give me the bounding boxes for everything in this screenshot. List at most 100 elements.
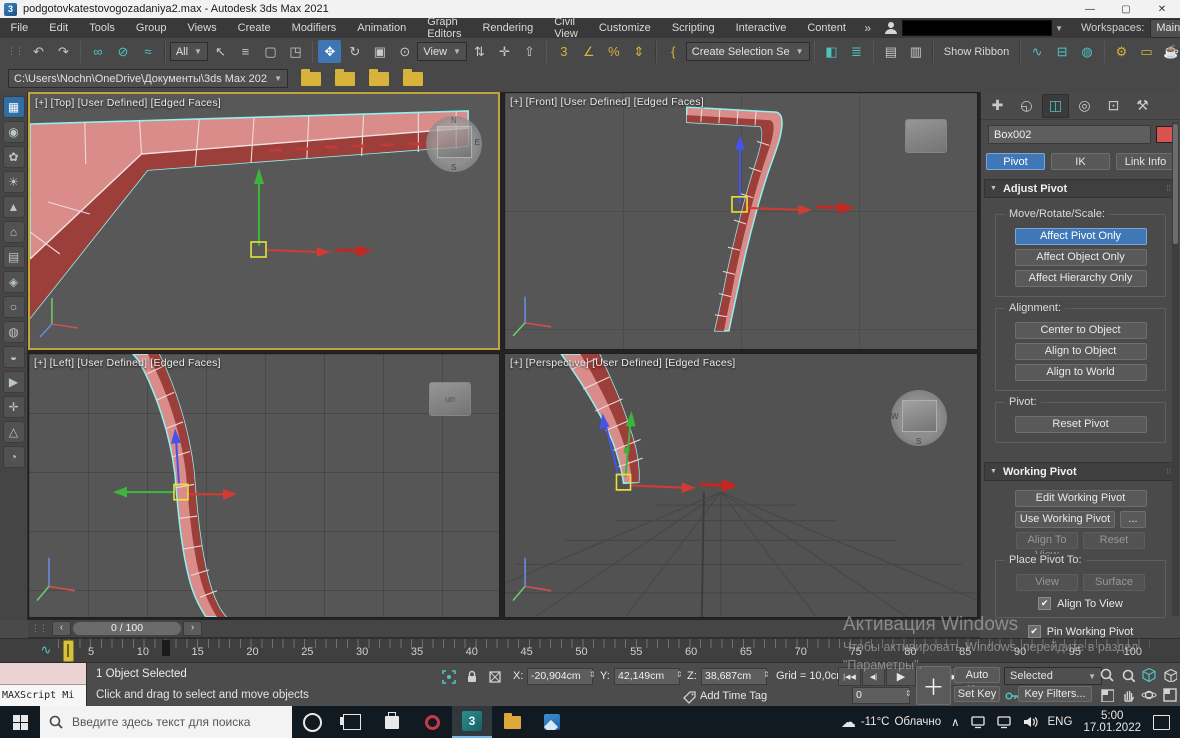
selection-region-icon[interactable]: ▢	[259, 40, 282, 63]
project-settings-icon[interactable]	[403, 72, 423, 86]
zoom-extents-all-icon[interactable]	[1159, 665, 1180, 685]
viewport-perspective[interactable]: [+] [Perspective] [User Defined] [Edged …	[504, 353, 978, 618]
named-selection-sets-icon[interactable]: {	[662, 40, 685, 63]
side-icon-14[interactable]: △	[3, 421, 25, 443]
move-gizmo[interactable]	[251, 168, 331, 257]
keyboard-override-icon[interactable]: ⇧	[518, 40, 541, 63]
key-filters-button[interactable]: Key Filters...	[1018, 686, 1092, 702]
file-explorer-icon[interactable]	[492, 706, 532, 738]
viewport-perspective-label[interactable]: [+] [Perspective] [User Defined] [Edged …	[510, 357, 735, 369]
viewcube[interactable]: un	[429, 382, 471, 416]
opera-browser-icon[interactable]	[412, 706, 452, 738]
sign-in-control[interactable]: ▼	[883, 20, 1063, 36]
next-frame-arrow[interactable]: ›	[183, 621, 202, 636]
side-icon-13[interactable]: ✛	[3, 396, 25, 418]
adjust-pivot-rollout-header[interactable]: ▼ Adjust Pivot ⁞⁞	[984, 179, 1177, 198]
side-icon-3[interactable]: ✿	[3, 146, 25, 168]
viewcube[interactable]: N E S	[426, 116, 482, 172]
open-project-folder-icon[interactable]	[335, 72, 355, 86]
save-project-icon[interactable]	[369, 72, 389, 86]
curve-editor-icon[interactable]: ∿	[1026, 40, 1049, 63]
set-key-button[interactable]: Set Key	[954, 686, 1000, 702]
panel-scrollbar[interactable]	[1172, 122, 1179, 616]
use-pivot-point-icon[interactable]: ⇅	[468, 40, 491, 63]
rollout-drag-handle[interactable]: ⁞⁞	[1167, 467, 1171, 476]
side-icon-2[interactable]: ◉	[3, 121, 25, 143]
microsoft-store-icon[interactable]	[372, 706, 412, 738]
spinner-snap-icon[interactable]: ⇕	[627, 40, 650, 63]
menu-item[interactable]: Content	[797, 18, 857, 38]
pivot-subtab[interactable]: Pivot	[986, 153, 1045, 170]
set-keys-button[interactable]: ＋	[916, 666, 951, 705]
edit-working-pivot-button[interactable]: Edit Working Pivot	[1015, 490, 1147, 507]
percent-snap-icon[interactable]: %	[602, 40, 625, 63]
menu-item[interactable]: Views	[177, 18, 227, 38]
project-folder-icon[interactable]	[301, 72, 321, 86]
reset-pivot-button[interactable]: Reset Pivot	[1015, 416, 1147, 433]
taskbar-clock[interactable]: 5:00 17.01.2022	[1077, 710, 1147, 734]
menu-overflow-chevron[interactable]: »	[856, 21, 879, 35]
material-editor-icon[interactable]: ◍	[1076, 40, 1099, 63]
affect-hierarchy-only-button[interactable]: Affect Hierarchy Only	[1015, 270, 1147, 287]
link-info-subtab[interactable]: Link Info	[1116, 153, 1175, 170]
menu-item[interactable]: Create	[227, 18, 281, 38]
menu-item[interactable]: Group	[125, 18, 177, 38]
isolate-selection-icon[interactable]	[440, 668, 458, 686]
time-slider-value[interactable]: 0 / 100	[73, 622, 181, 635]
dope-sheet-icon[interactable]: ⊟	[1051, 40, 1074, 63]
select-and-link-icon[interactable]: ∞	[86, 40, 109, 63]
window-crossing-icon[interactable]: ◳	[284, 40, 307, 63]
viewport-front-label[interactable]: [+] [Front] [User Defined] [Edged Faces]	[510, 96, 704, 108]
undo-icon[interactable]: ↶	[27, 40, 50, 63]
align-icon[interactable]: ≣	[845, 40, 868, 63]
object-color-swatch[interactable]	[1156, 126, 1173, 143]
show-ribbon-button[interactable]: Show Ribbon	[938, 46, 1015, 58]
x-axis-arrow[interactable]	[700, 479, 738, 492]
network-tray-icon[interactable]	[991, 706, 1017, 738]
previous-frame-arrow[interactable]: ‹	[52, 621, 71, 636]
side-icon-9[interactable]: ○	[3, 296, 25, 318]
side-icon-4[interactable]: ☀	[3, 171, 25, 193]
minimize-button[interactable]: —	[1072, 0, 1108, 18]
select-object-icon[interactable]: ↖	[209, 40, 232, 63]
zoom-all-icon[interactable]	[1117, 665, 1138, 685]
rendered-frame-icon[interactable]: ▭	[1135, 40, 1158, 63]
menu-item[interactable]: File	[0, 18, 39, 38]
play-button[interactable]: ▶	[886, 667, 916, 686]
use-working-pivot-button[interactable]: Use Working Pivot	[1015, 511, 1115, 528]
time-slider-caret[interactable]	[63, 640, 74, 662]
utilities-tab-icon[interactable]: ⚒	[1129, 94, 1156, 118]
mini-curve-editor-icon[interactable]: ∿	[36, 642, 56, 660]
side-icon-11[interactable]: ◒	[3, 346, 25, 368]
viewport-left-label[interactable]: [+] [Left] [User Defined] [Edged Faces]	[34, 357, 221, 369]
select-and-rotate-icon[interactable]: ↻	[343, 40, 366, 63]
ik-subtab[interactable]: IK	[1051, 153, 1110, 170]
menu-item[interactable]: Graph Editors	[417, 18, 472, 38]
layer-explorer-icon[interactable]: ▥	[904, 40, 927, 63]
side-icon-6[interactable]: ⌂	[3, 221, 25, 243]
align-to-view-checkbox[interactable]: ✔	[1038, 597, 1051, 610]
rollout-drag-handle[interactable]: ⁞⁞	[1167, 184, 1171, 193]
align-to-object-button[interactable]: Align to Object	[1015, 343, 1147, 360]
project-path-dropdown[interactable]: C:\Users\Nochn\OneDrive\Документы\3ds Ma…	[8, 69, 288, 88]
scene-explorer-icon[interactable]: ▤	[879, 40, 902, 63]
display-tray-icon[interactable]	[965, 706, 991, 738]
maxscript-mini-listener[interactable]: MAXScript Mi	[0, 663, 87, 706]
unlink-selection-icon[interactable]: ⊘	[111, 40, 134, 63]
track-bar[interactable]: ∿ 51015202530354045505560657075808590951…	[0, 638, 1180, 662]
viewport-front[interactable]: [+] [Front] [User Defined] [Edged Faces]	[504, 92, 978, 350]
orbit-icon[interactable]	[1138, 685, 1159, 705]
viewport-top-label[interactable]: [+] [Top] [User Defined] [Edged Faces]	[35, 97, 221, 109]
language-indicator[interactable]: ENG	[1043, 706, 1078, 738]
select-by-name-icon[interactable]: ≡	[234, 40, 257, 63]
previous-frame-button[interactable]: ◀|	[862, 667, 885, 686]
working-pivot-options-button[interactable]: ...	[1120, 511, 1146, 528]
bind-to-space-warp-icon[interactable]: ≈	[136, 40, 159, 63]
hierarchy-tab-icon[interactable]: ◫	[1042, 94, 1069, 118]
redo-icon[interactable]: ↷	[52, 40, 75, 63]
viewcube[interactable]: W S	[891, 390, 947, 446]
cortana-button[interactable]	[292, 706, 332, 738]
add-time-tag[interactable]: Add Time Tag	[700, 690, 767, 702]
place-pivot-surface-button[interactable]: Surface	[1083, 574, 1145, 591]
reset-working-pivot-button[interactable]: Reset	[1083, 532, 1145, 549]
